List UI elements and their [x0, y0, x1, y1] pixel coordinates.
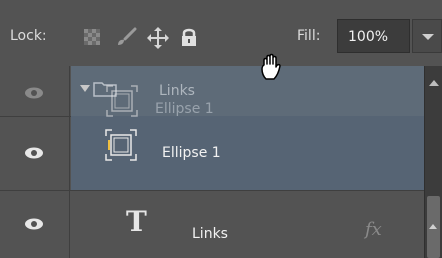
- scroll-up-arrow-icon[interactable]: [429, 80, 439, 86]
- layer-row-text[interactable]: T Links fx: [0, 191, 424, 258]
- layer-row-content[interactable]: T Links fx: [71, 191, 424, 258]
- layer-name: Links: [159, 83, 195, 99]
- scrollbar-thumb[interactable]: [427, 196, 440, 258]
- layer-name: Ellipse 1: [162, 145, 221, 161]
- layers-toolbar: Lock: Fill: 100%: [0, 0, 442, 66]
- lock-image-pixels-icon[interactable]: [115, 27, 137, 47]
- lock-label: Lock:: [10, 28, 47, 44]
- scroll-arrow-icon: [429, 224, 437, 229]
- lock-position-icon[interactable]: [147, 27, 169, 49]
- drag-ghost-label: Ellipse 1: [155, 101, 214, 117]
- effects-icon[interactable]: fx: [365, 219, 382, 240]
- layers-list: Links Ellipse 1 T Links fx: [0, 66, 424, 258]
- layers-scrollbar[interactable]: [424, 66, 442, 258]
- lock-transparent-pixels-icon[interactable]: [82, 27, 102, 47]
- chevron-down-icon: [422, 34, 434, 40]
- fill-dropdown-button[interactable]: [412, 19, 442, 53]
- visibility-eye-icon[interactable]: [24, 146, 44, 160]
- shape-layer-thumbnail-icon: [104, 128, 138, 162]
- lock-all-icon[interactable]: [180, 27, 200, 47]
- type-layer-icon: T: [126, 205, 147, 238]
- grab-hand-icon: [256, 52, 290, 86]
- layer-name: Links: [192, 226, 228, 242]
- visibility-eye-icon[interactable]: [24, 217, 44, 231]
- layer-row-content[interactable]: Ellipse 1: [71, 116, 424, 190]
- layer-row-ellipse[interactable]: Ellipse 1: [0, 116, 424, 190]
- fill-opacity-input[interactable]: 100%: [337, 19, 410, 53]
- fill-label: Fill:: [297, 28, 321, 44]
- disclosure-triangle-icon[interactable]: [80, 85, 90, 92]
- shape-layer-thumbnail-icon: [105, 84, 139, 118]
- fill-value: 100%: [348, 29, 389, 45]
- visibility-eye-icon[interactable]: [24, 86, 44, 100]
